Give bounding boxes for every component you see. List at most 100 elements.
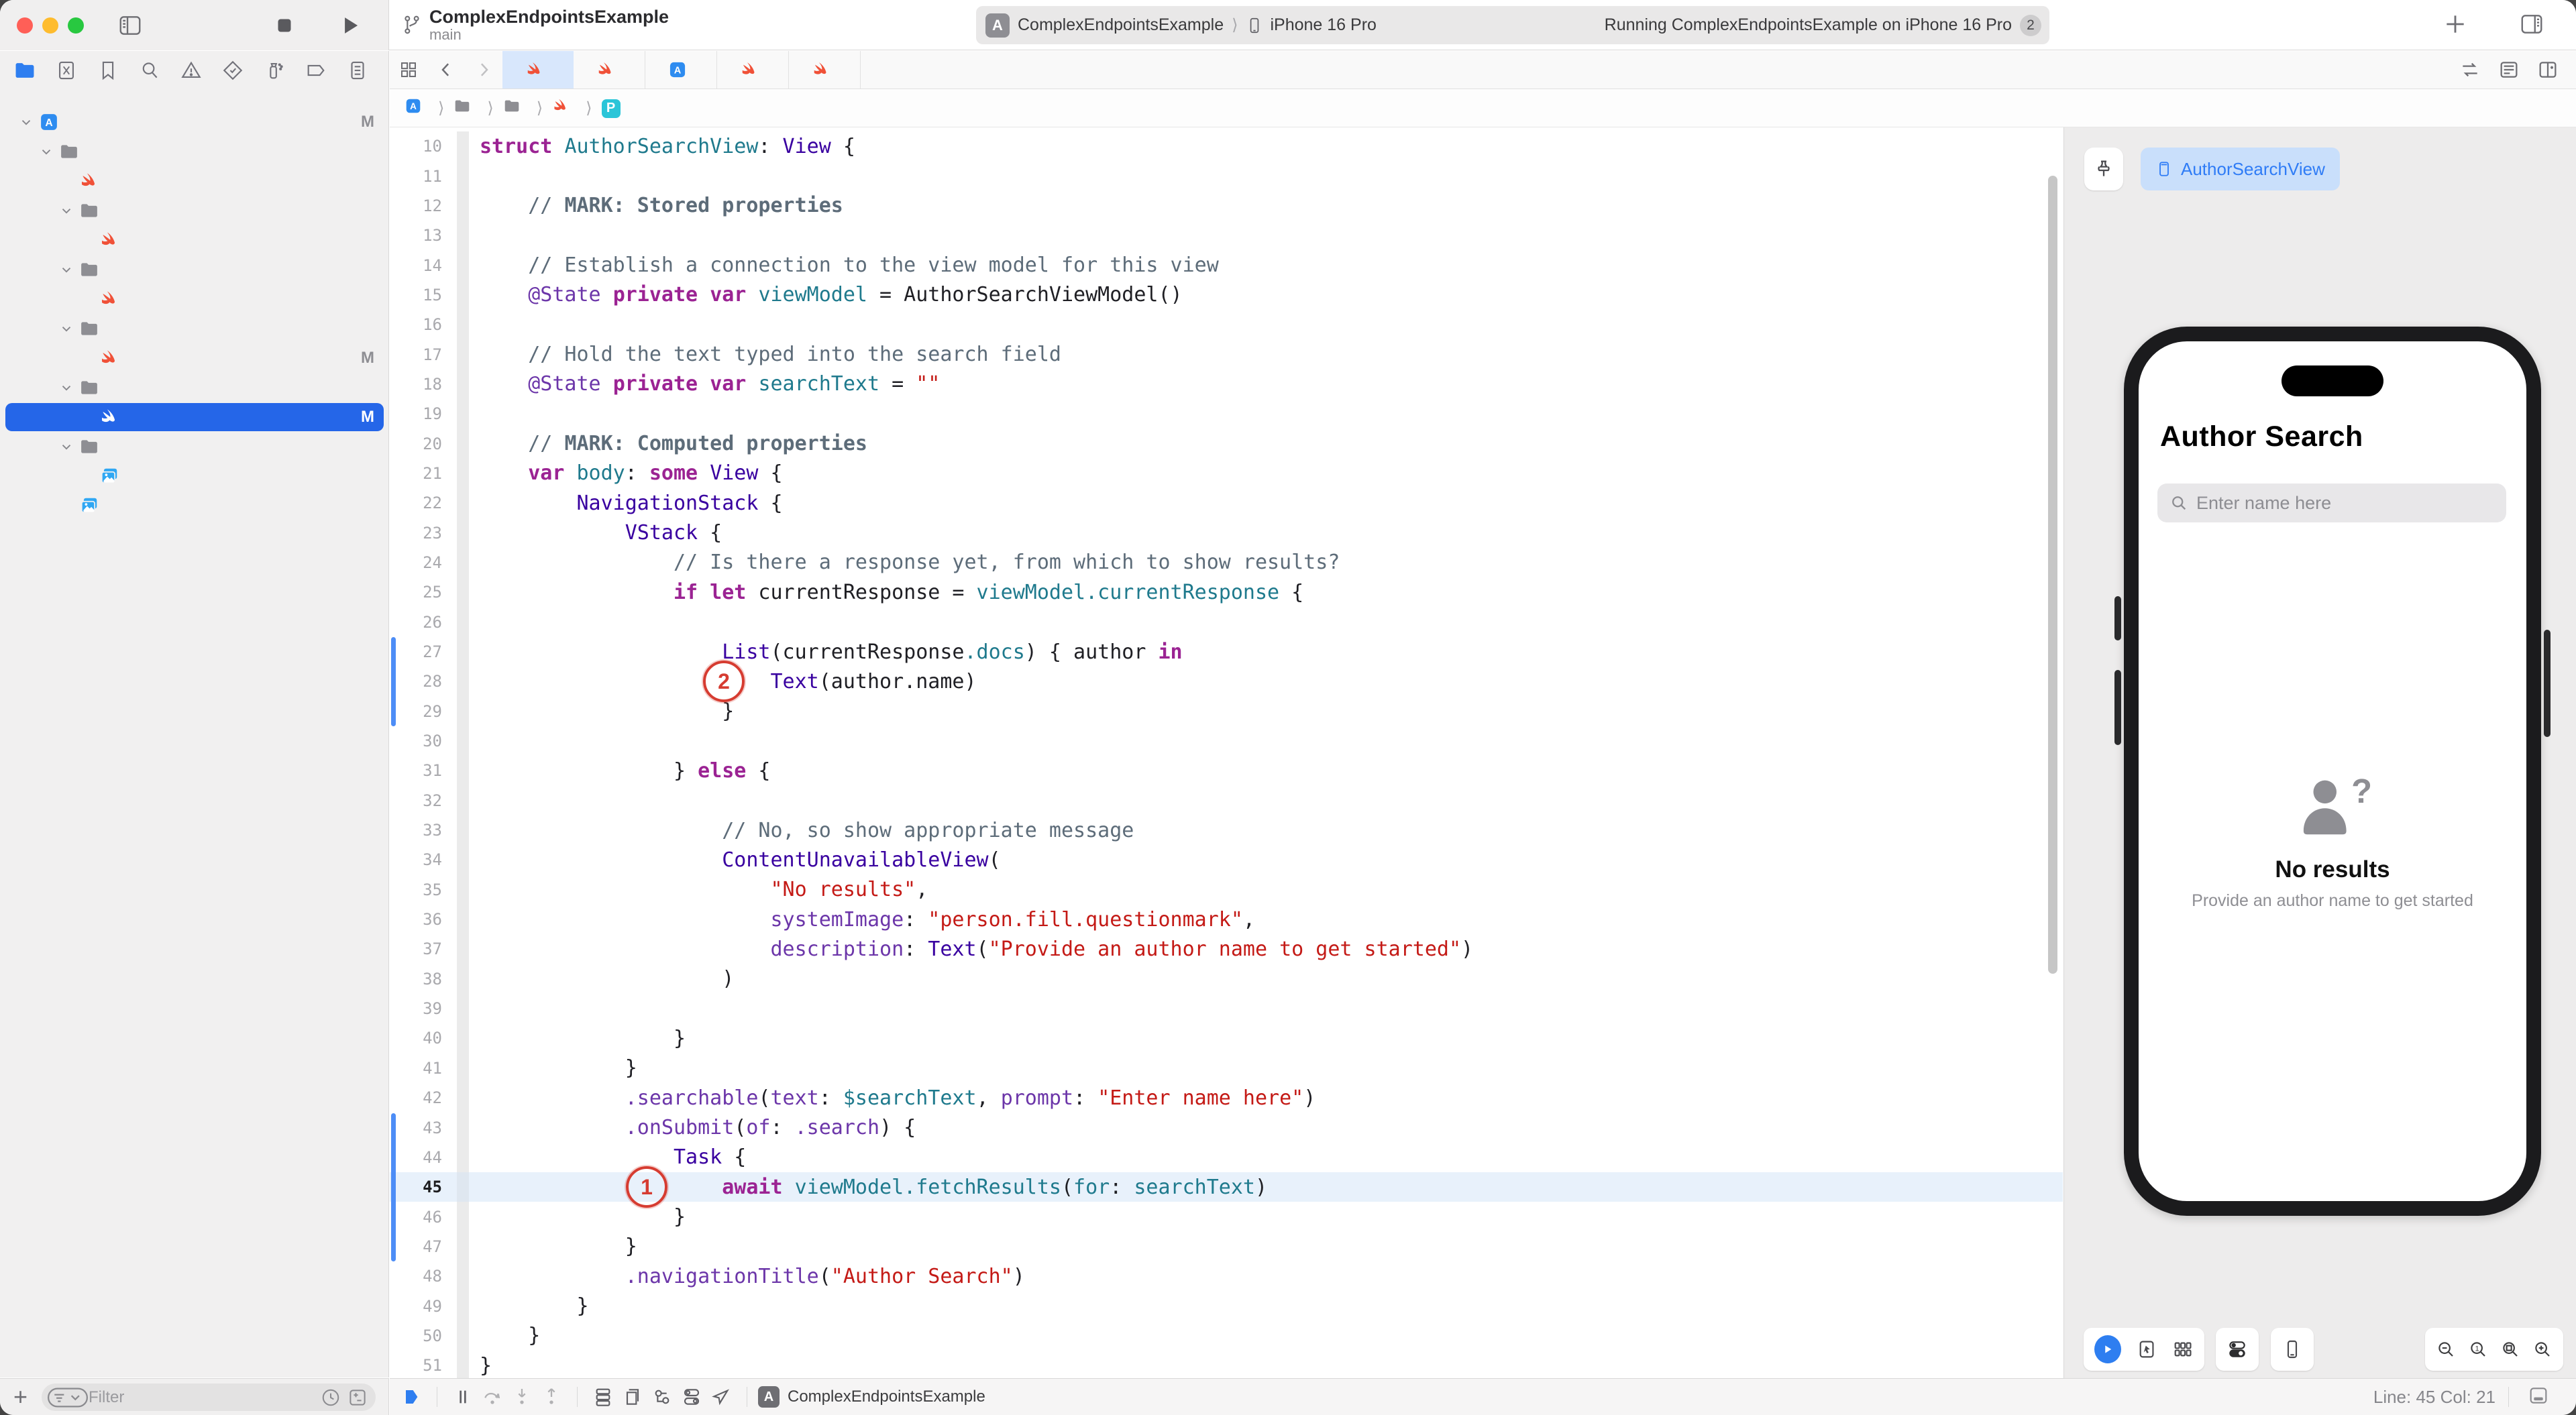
related-items-icon[interactable] (390, 51, 427, 89)
environment-overrides-icon[interactable] (677, 1386, 706, 1408)
code-line-38[interactable]: 38 ) (390, 964, 2063, 994)
line-number[interactable]: 21 (390, 464, 457, 483)
selectable-preview-icon[interactable] (2136, 1338, 2157, 1361)
line-number[interactable]: 20 (390, 435, 457, 453)
device-settings-icon[interactable] (2226, 1338, 2248, 1361)
line-number[interactable]: 43 (390, 1119, 457, 1137)
line-number[interactable]: 40 (390, 1029, 457, 1048)
code-line-10[interactable]: 10 struct AuthorSearchView: View { (390, 131, 2063, 161)
filter-input[interactable]: Filter (42, 1383, 376, 1411)
disclosure-chevron-icon[interactable] (58, 380, 75, 395)
tab-AuthorSearchView[interactable] (502, 51, 574, 89)
line-number[interactable]: 48 (390, 1267, 457, 1286)
line-number[interactable]: 17 (390, 345, 457, 364)
library-add-icon[interactable] (2440, 11, 2470, 38)
breakpoints-toggle-icon[interactable] (396, 1386, 426, 1408)
line-number[interactable]: 42 (390, 1088, 457, 1107)
editor-only-layout-icon[interactable] (2528, 1385, 2549, 1410)
zoom-100-icon[interactable]: 1 (2468, 1338, 2488, 1361)
code-line-41[interactable]: 41 } (390, 1054, 2063, 1083)
close-window-button[interactable] (17, 17, 33, 34)
zoom-window-button[interactable] (68, 17, 84, 34)
swap-editor-icon[interactable] (2459, 59, 2481, 80)
line-number[interactable]: 36 (390, 910, 457, 929)
minimize-window-button[interactable] (42, 17, 58, 34)
code-line-36[interactable]: 36 systemImage: "person.fill.questionmar… (390, 905, 2063, 934)
reports-icon[interactable] (345, 58, 370, 83)
disclosure-chevron-icon[interactable] (58, 439, 75, 454)
code-line-27[interactable]: 27 List(currentResponse.docs) { author i… (390, 637, 2063, 667)
tab-ComplexEndpointsExample[interactable]: A (645, 51, 717, 89)
line-number[interactable]: 47 (390, 1237, 457, 1256)
zoom-out-icon[interactable] (2436, 1338, 2456, 1361)
code-line-33[interactable]: 33 // No, so show appropriate message (390, 815, 2063, 845)
code-line-26[interactable]: 26 (390, 608, 2063, 637)
live-preview-button[interactable] (2094, 1335, 2121, 1363)
code-line-20[interactable]: 20 // MARK: Computed properties (390, 429, 2063, 458)
disclosure-chevron-icon[interactable] (17, 115, 35, 129)
iphone-preview[interactable]: Author Search Enter name here ? No resul… (2124, 327, 2541, 1216)
debug-gauges-icon[interactable] (647, 1386, 677, 1408)
line-number[interactable]: 15 (390, 286, 457, 304)
find-navigator-icon[interactable] (137, 58, 162, 83)
editor-scrollbar[interactable] (2048, 176, 2057, 974)
line-number[interactable]: 35 (390, 881, 457, 899)
line-number[interactable]: 25 (390, 583, 457, 602)
code-line-19[interactable]: 19 (390, 399, 2063, 429)
issue-count-badge[interactable]: 2 (2020, 15, 2041, 36)
breakpoints-navigator-icon[interactable] (303, 58, 329, 83)
debug-navigator-icon[interactable] (262, 58, 287, 83)
preview-search-field[interactable]: Enter name here (2157, 484, 2506, 522)
disclosure-chevron-icon[interactable] (58, 321, 75, 336)
code-line-29[interactable]: 29 } (390, 697, 2063, 726)
line-number[interactable]: 51 (390, 1356, 457, 1375)
project-title-block[interactable]: ComplexEndpointsExample main (401, 7, 669, 43)
file-tree-item[interactable] (0, 284, 389, 314)
file-tree-item[interactable] (0, 373, 389, 402)
zoom-in-icon[interactable] (2532, 1338, 2553, 1361)
code-line-30[interactable]: 30 (390, 726, 2063, 756)
toggle-navigator-icon[interactable] (115, 12, 145, 39)
code-line-14[interactable]: 14 // Establish a connection to the view… (390, 250, 2063, 280)
line-number[interactable]: 24 (390, 553, 457, 572)
preview-device-chip[interactable]: AuthorSearchView (2141, 148, 2340, 190)
line-number[interactable]: 30 (390, 732, 457, 750)
add-file-button[interactable]: + (13, 1383, 28, 1411)
file-tree-item[interactable]: M (0, 402, 389, 432)
code-line-24[interactable]: 24 // Is there a response yet, from whic… (390, 548, 2063, 577)
code-line-50[interactable]: 50 } (390, 1321, 2063, 1351)
go-forward-icon[interactable] (465, 51, 502, 89)
line-number[interactable]: 37 (390, 940, 457, 958)
line-number[interactable]: 49 (390, 1297, 457, 1316)
pin-preview-button[interactable] (2084, 148, 2123, 190)
file-tree-item[interactable] (0, 432, 389, 461)
breadcrumb-item[interactable] (552, 97, 576, 119)
line-number[interactable]: 23 (390, 524, 457, 543)
code-line-32[interactable]: 32 (390, 786, 2063, 815)
code-line-43[interactable]: 43 .onSubmit(of: .search) { (390, 1113, 2063, 1142)
step-over-icon[interactable] (478, 1386, 507, 1408)
preview-on-device-icon[interactable] (2282, 1338, 2303, 1361)
code-line-51[interactable]: 51 } (390, 1351, 2063, 1378)
code-line-18[interactable]: 18 @State private var searchText = "" (390, 370, 2063, 399)
recent-files-icon[interactable] (321, 1388, 341, 1408)
line-number[interactable]: 14 (390, 256, 457, 275)
step-out-icon[interactable] (537, 1386, 566, 1408)
line-number[interactable]: 50 (390, 1326, 457, 1345)
line-number[interactable]: 32 (390, 791, 457, 810)
run-button[interactable] (335, 12, 365, 39)
code-line-15[interactable]: 15 @State private var viewModel = Author… (390, 280, 2063, 310)
line-number[interactable]: 38 (390, 970, 457, 988)
activity-status-bar[interactable]: A ComplexEndpointsExample ⟩ iPhone 16 Pr… (976, 6, 2049, 44)
code-line-21[interactable]: 21 var body: some View { (390, 459, 2063, 488)
file-tree-item[interactable] (0, 255, 389, 284)
step-into-icon[interactable] (507, 1386, 537, 1408)
file-tree-item[interactable] (0, 491, 389, 520)
tab-AuthorSearchResponse[interactable] (717, 51, 789, 89)
line-number[interactable]: 19 (390, 404, 457, 423)
editor-options-icon[interactable] (2498, 59, 2520, 80)
line-number[interactable]: 18 (390, 375, 457, 394)
breadcrumb-item[interactable] (453, 97, 478, 119)
line-number[interactable]: 33 (390, 821, 457, 840)
code-line-37[interactable]: 37 description: Text("Provide an author … (390, 934, 2063, 964)
